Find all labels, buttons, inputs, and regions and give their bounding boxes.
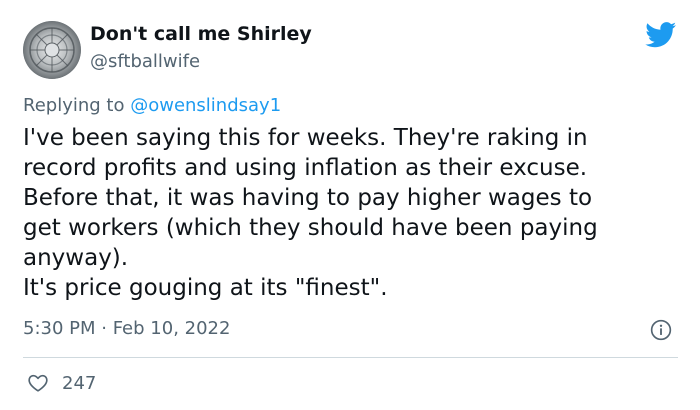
- tweet-text-line: record profits and using inflation as th…: [23, 155, 588, 181]
- author-handle[interactable]: @sftballwife: [90, 51, 200, 72]
- tweet-text-line: It's price gouging at its "finest".: [23, 275, 388, 301]
- heart-icon: [28, 374, 48, 392]
- replying-to-line: Replying to @owenslindsay1: [23, 95, 281, 116]
- avatar[interactable]: [23, 21, 81, 79]
- avatar-image: [23, 21, 81, 79]
- tweet-text-line: get workers (which they should have been…: [23, 215, 598, 241]
- author-display-name[interactable]: Don't call me Shirley: [90, 23, 312, 45]
- replying-to-handle-link[interactable]: @owenslindsay1: [130, 95, 281, 116]
- tweet-text-line: I've been saying this for weeks. They're…: [23, 125, 588, 151]
- info-icon[interactable]: [650, 319, 672, 341]
- like-button[interactable]: 247: [27, 370, 96, 396]
- divider: [23, 357, 678, 358]
- tweet-text-line: Before that, it was having to pay higher…: [23, 185, 593, 211]
- twitter-bird-icon[interactable]: [645, 22, 677, 48]
- tweet-timestamp[interactable]: 5:30 PM · Feb 10, 2022: [23, 318, 230, 339]
- replying-to-prefix: Replying to: [23, 95, 131, 116]
- tweet-text-line: anyway).: [23, 245, 129, 271]
- like-count: 247: [62, 372, 97, 394]
- tweet-text: I've been saying this for weeks. They're…: [23, 123, 683, 303]
